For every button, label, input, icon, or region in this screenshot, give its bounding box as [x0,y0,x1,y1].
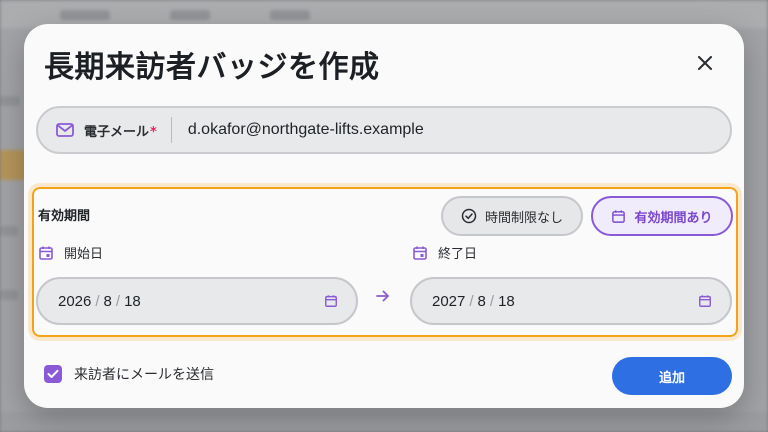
email-input[interactable]: d.okafor@northgate-lifts.example [188,121,424,139]
create-badge-dialog: 長期来訪者バッジを作成 電子メール* d.okafor@northgate-li… [24,24,744,408]
validity-label: 有効期間 [38,209,91,224]
dialog-title: 長期来訪者バッジを作成 [44,50,380,85]
no-time-limit-toggle[interactable]: 時間制限なし [441,196,583,236]
close-icon [698,56,712,70]
field-divider [170,117,172,143]
calendar-icon [39,246,53,260]
check-circle-icon [461,208,477,224]
end-date-value: 2027/8/18 [432,292,515,310]
validity-section: 有効期間 時間制限なし 有効期間あり 開始日 2026 / 8 / 18 終了日… [32,187,738,337]
end-date-label-row: 終了日 [412,243,477,262]
end-date-input[interactable]: 2027/8/18 [410,277,732,325]
mail-icon [56,123,74,137]
add-button[interactable]: 追加 [612,357,732,395]
start-date-label: 開始日 [64,247,104,262]
start-date-input[interactable]: 2026/8/18 [36,277,358,325]
arrow-right-icon [374,289,392,303]
no-time-limit-label: 時間制限なし [484,210,563,226]
start-date-label-row: 開始日 [38,243,103,262]
has-validity-label: 有効期間あり [634,210,713,226]
calendar-icon[interactable] [324,294,338,308]
send-email-checkbox[interactable] [44,365,62,383]
email-label: 電子メール* [84,124,157,140]
email-field[interactable]: 電子メール* d.okafor@northgate-lifts.example [36,106,732,154]
required-mark: * [150,124,157,140]
calendar-icon [612,209,626,223]
send-email-label: 来訪者にメールを送信 [74,367,214,383]
start-date-value: 2026/8/18 [58,292,141,310]
checkmark-icon [47,369,59,378]
calendar-icon [413,246,427,260]
send-email-checkbox-row[interactable]: 来訪者にメールを送信 [44,364,214,384]
end-date-label: 終了日 [438,247,478,262]
calendar-icon[interactable] [698,294,712,308]
has-validity-toggle[interactable]: 有効期間あり [591,196,733,236]
close-button[interactable] [688,46,722,80]
